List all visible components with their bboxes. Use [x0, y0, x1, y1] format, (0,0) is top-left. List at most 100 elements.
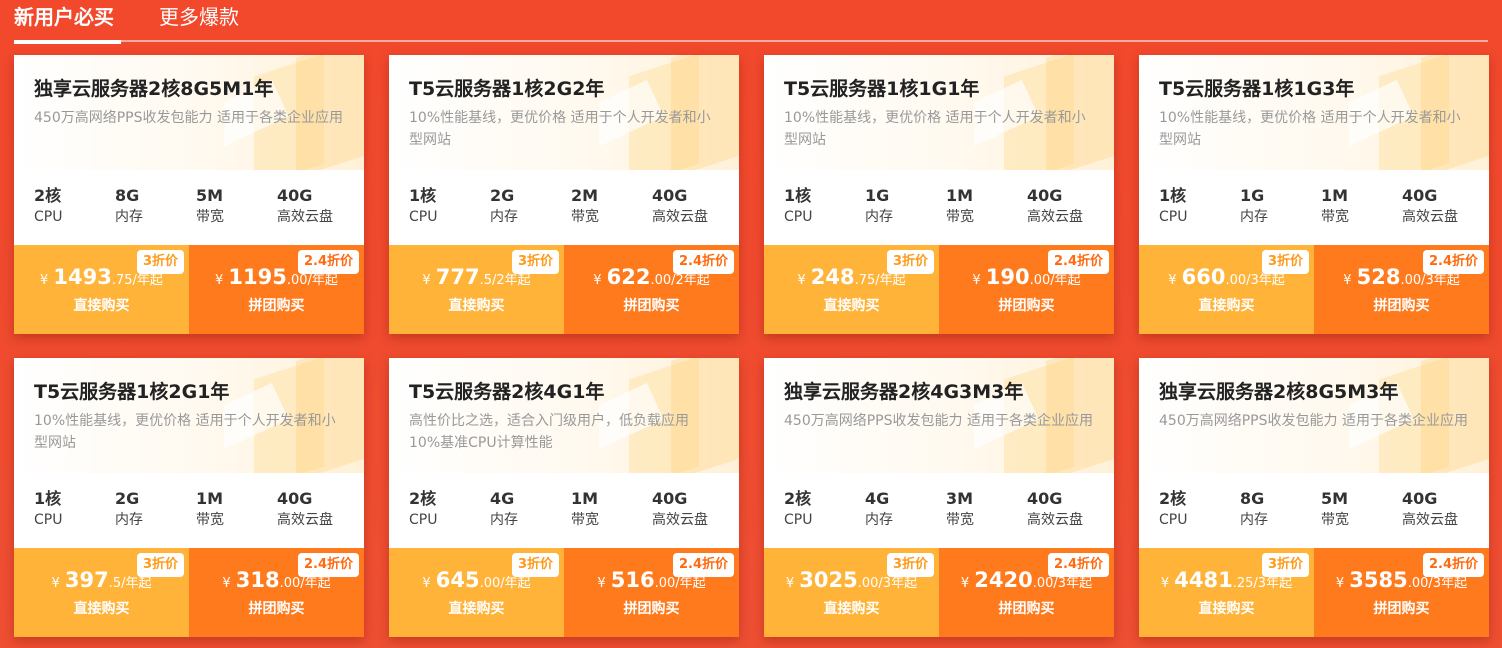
spec-value: 2核	[409, 489, 437, 508]
group-buy-button[interactable]: 2.4折价 ¥ 318.00/年起 拼团购买	[189, 548, 364, 637]
price-suffix: .00/3年起	[1400, 273, 1460, 288]
group-buy-button[interactable]: 2.4折价 ¥ 1195.00/年起 拼团购买	[189, 245, 364, 334]
product-title[interactable]: 独享云服务器2核8G5M1年	[34, 74, 273, 101]
spec-label: 带宽	[1321, 209, 1349, 225]
product-title[interactable]: 独享云服务器2核8G5M3年	[1159, 377, 1398, 404]
product-title[interactable]: T5云服务器1核2G2年	[409, 74, 604, 101]
spec-cpu: 2核 CPU	[1159, 488, 1239, 530]
spec-list: 1核 CPU 2G 内存 1M 带宽 40G 高效云盘	[34, 488, 364, 538]
spec-disk: 40G 高效云盘	[652, 185, 732, 227]
spec-label: 高效云盘	[652, 209, 708, 225]
spec-value: 1核	[34, 489, 62, 508]
product-title[interactable]: T5云服务器1核1G1年	[784, 74, 979, 101]
group-buy-button[interactable]: 2.4折价 ¥ 622.00/2年起 拼团购买	[564, 245, 739, 334]
direct-buy-button[interactable]: 3折价 ¥ 660.00/3年起 直接购买	[1139, 245, 1314, 334]
direct-buy-button[interactable]: 3折价 ¥ 397.5/年起 直接购买	[14, 548, 189, 637]
direct-price: ¥ 645.00/年起	[389, 568, 564, 592]
price-suffix: .75/年起	[854, 273, 906, 288]
spec-memory: 4G 内存	[865, 488, 945, 530]
tab-more-deals[interactable]: 更多爆款	[159, 4, 239, 42]
group-buy-label: 拼团购买	[998, 298, 1055, 314]
price-suffix: .00/年起	[654, 576, 706, 591]
group-buy-button[interactable]: 2.4折价 ¥ 3585.00/3年起 拼团购买	[1314, 548, 1489, 637]
direct-buy-label: 直接购买	[1198, 298, 1255, 314]
product-title[interactable]: T5云服务器1核2G1年	[34, 377, 229, 404]
spec-label: 内存	[115, 512, 143, 528]
group-buy-button[interactable]: 2.4折价 ¥ 2420.00/3年起 拼团购买	[939, 548, 1114, 637]
direct-buy-button[interactable]: 3折价 ¥ 3025.00/3年起 直接购买	[764, 548, 939, 637]
spec-value: 40G	[277, 186, 313, 205]
product-title[interactable]: 独享云服务器2核4G3M3年	[784, 377, 1023, 404]
spec-memory: 1G 内存	[1240, 185, 1320, 227]
spec-label: 带宽	[946, 209, 974, 225]
spec-label: 高效云盘	[1027, 209, 1083, 225]
spec-memory: 2G 内存	[115, 488, 195, 530]
direct-buy-button[interactable]: 3折价 ¥ 1493.75/年起 直接购买	[14, 245, 189, 334]
spec-cpu: 2核 CPU	[34, 185, 114, 227]
price-integer: 777	[435, 265, 480, 289]
product-card: T5云服务器2核4G1年 高性价比之选，适合入门级用户，低负载应用10%基准CP…	[389, 358, 739, 637]
spec-value: 5M	[196, 186, 224, 205]
spec-value: 2核	[784, 489, 812, 508]
spec-label: 高效云盘	[277, 209, 333, 225]
group-buy-button[interactable]: 2.4折价 ¥ 528.00/3年起 拼团购买	[1314, 245, 1489, 334]
spec-label: 内存	[1240, 512, 1268, 528]
currency-symbol: ¥	[960, 576, 970, 591]
spec-disk: 40G 高效云盘	[652, 488, 732, 530]
currency-symbol: ¥	[597, 576, 606, 591]
spec-memory: 1G 内存	[865, 185, 945, 227]
direct-buy-label: 直接购买	[1198, 601, 1255, 617]
direct-buy-button[interactable]: 3折价 ¥ 248.75/年起 直接购买	[764, 245, 939, 334]
price-suffix: .00/2年起	[650, 273, 710, 288]
spec-label: CPU	[784, 209, 813, 225]
group-buy-label: 拼团购买	[998, 601, 1055, 617]
product-title[interactable]: T5云服务器1核1G3年	[1159, 74, 1354, 101]
spec-label: 内存	[490, 209, 518, 225]
product-card: 独享云服务器2核4G3M3年 450万高网络PPS收发包能力 适用于各类企业应用…	[764, 358, 1114, 637]
product-title[interactable]: T5云服务器2核4G1年	[409, 377, 604, 404]
group-buy-label: 拼团购买	[1373, 601, 1430, 617]
price-integer: 190	[985, 265, 1030, 289]
spec-label: CPU	[34, 209, 63, 225]
product-description: 10%性能基线，更优价格 适用于个人开发者和小型网站	[34, 413, 336, 451]
currency-symbol: ¥	[422, 576, 431, 591]
direct-buy-button[interactable]: 3折价 ¥ 777.5/2年起 直接购买	[389, 245, 564, 334]
group-buy-button[interactable]: 2.4折价 ¥ 190.00/年起 拼团购买	[939, 245, 1114, 334]
price-integer: 318	[235, 568, 280, 592]
spec-value: 4G	[490, 489, 515, 508]
group-price: ¥ 2420.00/3年起	[939, 568, 1114, 592]
price-integer: 528	[1356, 265, 1401, 289]
spec-memory: 4G 内存	[490, 488, 570, 530]
direct-buy-label: 直接购买	[823, 601, 880, 617]
price-suffix: .00/3年起	[857, 576, 918, 591]
spec-label: 高效云盘	[1027, 512, 1083, 528]
spec-bandwidth: 2M 带宽	[571, 185, 651, 227]
group-price: ¥ 528.00/3年起	[1314, 265, 1489, 289]
tab-new-user[interactable]: 新用户必买	[14, 4, 121, 44]
product-card: T5云服务器1核1G3年 10%性能基线，更优价格 适用于个人开发者和小型网站 …	[1139, 55, 1489, 334]
product-card: 独享云服务器2核8G5M3年 450万高网络PPS收发包能力 适用于各类企业应用…	[1139, 358, 1489, 637]
spec-list: 1核 CPU 1G 内存 1M 带宽 40G 高效云盘	[1159, 185, 1489, 235]
direct-buy-button[interactable]: 3折价 ¥ 4481.25/3年起 直接购买	[1139, 548, 1314, 637]
price-integer: 2420	[974, 568, 1033, 592]
group-price: ¥ 318.00/年起	[189, 568, 364, 592]
spec-bandwidth: 5M 带宽	[1321, 488, 1401, 530]
currency-symbol: ¥	[215, 273, 224, 288]
group-price: ¥ 190.00/年起	[939, 265, 1114, 289]
spec-value: 40G	[1027, 489, 1063, 508]
spec-label: 带宽	[571, 209, 599, 225]
currency-symbol: ¥	[972, 273, 981, 288]
spec-value: 5M	[1321, 489, 1349, 508]
product-description: 450万高网络PPS收发包能力 适用于各类企业应用	[34, 110, 343, 126]
direct-buy-button[interactable]: 3折价 ¥ 645.00/年起 直接购买	[389, 548, 564, 637]
direct-price: ¥ 3025.00/3年起	[764, 568, 939, 592]
spec-value: 2M	[571, 186, 599, 205]
spec-memory: 2G 内存	[490, 185, 570, 227]
group-buy-button[interactable]: 2.4折价 ¥ 516.00/年起 拼团购买	[564, 548, 739, 637]
direct-price: ¥ 248.75/年起	[764, 265, 939, 289]
currency-symbol: ¥	[797, 273, 806, 288]
spec-label: 内存	[865, 209, 893, 225]
spec-value: 2核	[1159, 489, 1187, 508]
spec-label: CPU	[409, 512, 438, 528]
direct-buy-label: 直接购买	[73, 298, 130, 314]
